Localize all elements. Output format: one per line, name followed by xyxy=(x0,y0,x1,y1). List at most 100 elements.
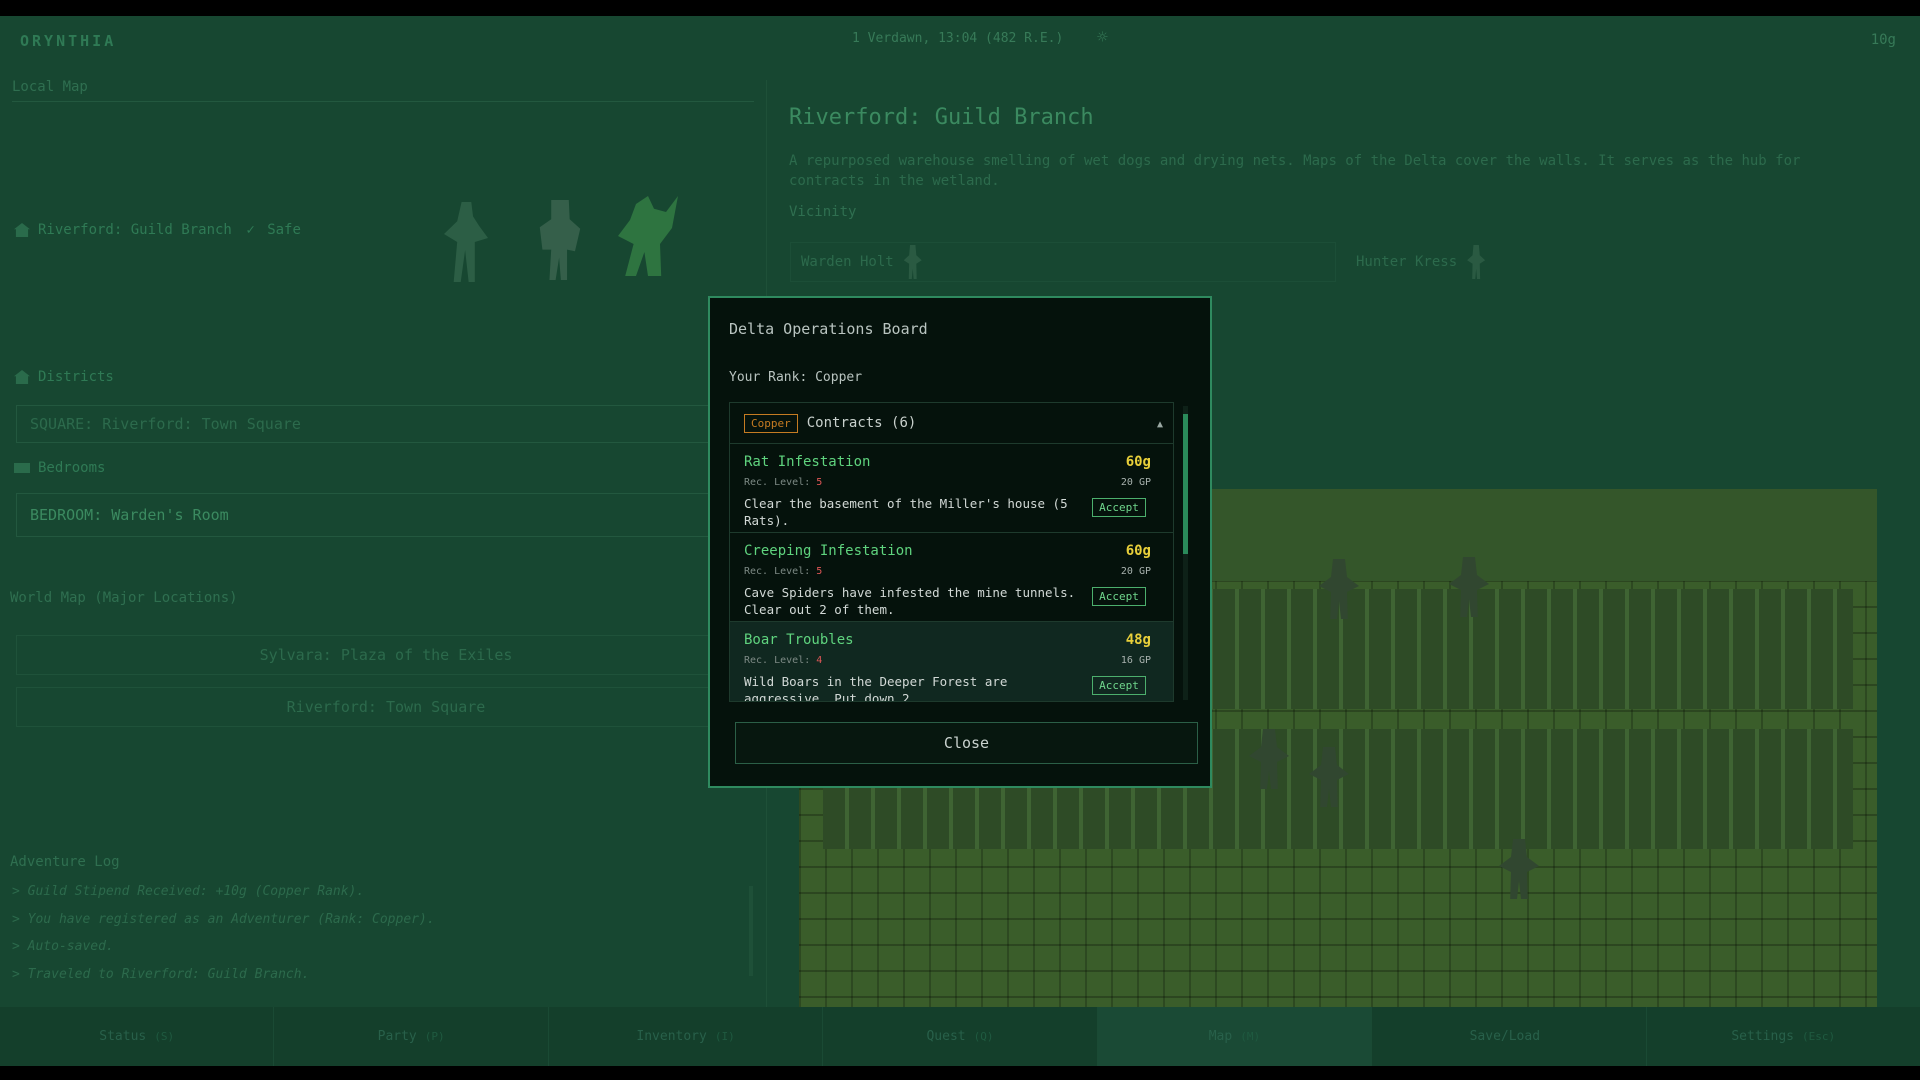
house-icon xyxy=(14,370,30,384)
current-location[interactable]: Riverford: Guild Branch ✓ Safe xyxy=(14,222,301,238)
contract-gold-reward: 48g xyxy=(1125,632,1151,648)
level-prefix: Rec. Level: xyxy=(744,477,817,488)
world-map-title: World Map (Major Locations) xyxy=(10,590,238,606)
check-icon: ✓ xyxy=(246,222,255,238)
operations-board-modal: Delta Operations Board Your Rank: Copper… xyxy=(708,296,1212,788)
contracts-scrollbar[interactable] xyxy=(1183,406,1188,700)
districts-header: Districts xyxy=(14,369,114,385)
contract-gold-reward: 60g xyxy=(1125,454,1151,470)
tab-inventory[interactable]: Inventory (I) xyxy=(549,1007,824,1066)
bottom-nav: Status (S) Party (P) Inventory (I) Quest (Q)… xyxy=(0,1007,1920,1066)
npc-sprite-icon xyxy=(1467,245,1486,279)
tab-label: Settings xyxy=(1731,1029,1794,1044)
contract-description: Clear the basement of the Miller's house… xyxy=(744,496,1068,528)
tab-save-load[interactable]: Save/Load xyxy=(1372,1007,1647,1066)
sun-icon: ☼ xyxy=(1097,27,1108,48)
divider xyxy=(12,101,754,102)
tab-shortcut: (I) xyxy=(714,1030,735,1043)
tab-settings[interactable]: Settings (Esc) xyxy=(1647,1007,1920,1066)
npc-warden-holt[interactable]: Warden Holt xyxy=(790,242,1336,282)
accept-button[interactable]: Accept xyxy=(1092,587,1146,606)
npc-name: Hunter Kress xyxy=(1356,254,1458,270)
level-prefix: Rec. Level: xyxy=(744,566,817,577)
npc-name: Warden Holt xyxy=(801,254,894,270)
contract-name: Creeping Infestation xyxy=(744,543,913,559)
log-entry: > Guild Stipend Received: +10g (Copper R… xyxy=(12,884,365,899)
party-sprites xyxy=(440,196,700,296)
log-entry: > Traveled to Riverford: Guild Branch. xyxy=(12,966,310,982)
contract-gp-reward: 20 GP xyxy=(1120,477,1151,488)
tab-label: Status xyxy=(99,1029,147,1044)
tab-label: Save/Load xyxy=(1469,1029,1541,1044)
world-location-button[interactable]: Sylvara: Plaza of the Exiles xyxy=(16,635,756,675)
house-icon xyxy=(14,223,30,237)
tab-label: Inventory xyxy=(636,1029,707,1044)
contracts-list: Copper Contracts (6) ▲ Rat Infestation R… xyxy=(729,402,1174,702)
location-description: A repurposed warehouse smelling of wet d… xyxy=(789,153,1801,189)
district-square-button[interactable]: SQUARE: Riverford: Town Square xyxy=(16,405,756,443)
accept-button[interactable]: Accept xyxy=(1092,676,1146,695)
accept-button[interactable]: Accept xyxy=(1092,498,1146,517)
game-clock: 1 Verdawn, 13:04 (482 R.E.) xyxy=(852,31,1064,46)
bedrooms-label: Bedrooms xyxy=(38,460,106,476)
tab-map[interactable]: Map (M) xyxy=(1097,1007,1373,1066)
npc-hunter-kress[interactable]: Hunter Kress xyxy=(1345,242,1891,282)
party-member-sprite xyxy=(618,196,678,276)
tab-label: Party xyxy=(377,1029,417,1044)
close-button[interactable]: Close xyxy=(735,722,1198,764)
contract-level: Rec. Level: 5 xyxy=(744,566,822,577)
party-member-sprite xyxy=(444,202,488,282)
tab-label: Map xyxy=(1208,1029,1233,1044)
scrollbar-thumb[interactable] xyxy=(1183,414,1188,554)
tab-shortcut: (Q) xyxy=(973,1030,994,1043)
tab-party[interactable]: Party (P) xyxy=(274,1007,549,1066)
contract-card: Rat Infestation Rec. Level: 5 60g 20 GP … xyxy=(730,444,1173,533)
tab-label: Quest xyxy=(926,1029,966,1044)
contract-card: Boar Troubles Rec. Level: 4 48g 16 GP Wi… xyxy=(730,622,1173,702)
bed-icon xyxy=(14,463,30,473)
contract-gold-reward: 60g xyxy=(1125,543,1151,559)
rank-label: Your Rank: Copper xyxy=(729,370,863,385)
adventure-log-title: Adventure Log xyxy=(10,854,120,870)
districts-label: Districts xyxy=(38,369,114,385)
bedroom-button[interactable]: BEDROOM: Warden's Room xyxy=(16,493,756,537)
level-value: 5 xyxy=(816,477,823,488)
contract-level: Rec. Level: 4 xyxy=(744,655,822,666)
contract-name: Rat Infestation xyxy=(744,454,871,470)
world-location-button[interactable]: Riverford: Town Square xyxy=(16,687,756,727)
contract-description: Cave Spiders have infested the mine tunn… xyxy=(744,585,1076,617)
tab-shortcut: (S) xyxy=(154,1030,175,1043)
level-prefix: Rec. Level: xyxy=(744,655,817,666)
location-title: Riverford: Guild Branch xyxy=(789,105,1094,130)
contracts-count-label: Contracts (6) xyxy=(806,415,917,431)
contract-card: Creeping Infestation Rec. Level: 5 60g 2… xyxy=(730,533,1173,622)
level-value: 4 xyxy=(816,655,823,666)
safe-label: Safe xyxy=(267,222,301,238)
current-location-label: Riverford: Guild Branch xyxy=(38,222,232,238)
game-title: ORYNTHIA xyxy=(20,32,117,50)
modal-title: Delta Operations Board xyxy=(729,320,928,338)
tab-shortcut: (M) xyxy=(1240,1030,1261,1043)
contract-level: Rec. Level: 5 xyxy=(744,477,822,488)
contract-gp-reward: 20 GP xyxy=(1120,566,1151,577)
tab-status[interactable]: Status (S) xyxy=(0,1007,275,1066)
contract-name: Boar Troubles xyxy=(744,632,854,648)
tab-shortcut: (Esc) xyxy=(1801,1030,1836,1043)
adventure-log: > Guild Stipend Received: +10g (Copper R… xyxy=(12,878,435,988)
level-value: 5 xyxy=(816,566,823,577)
gold-counter: 10g xyxy=(1870,32,1896,48)
collapse-arrow-icon[interactable]: ▲ xyxy=(1157,419,1163,430)
log-entry: > Auto-saved. xyxy=(12,939,114,954)
tab-shortcut: (P) xyxy=(424,1030,445,1043)
rank-badge: Copper xyxy=(744,413,798,433)
top-bar: ORYNTHIA 1 Verdawn, 13:04 (482 R.E.) ☼ 1… xyxy=(0,16,1920,66)
log-scrollbar[interactable] xyxy=(749,886,753,976)
npc-sprite-icon xyxy=(903,245,922,279)
contracts-header[interactable]: Copper Contracts (6) ▲ xyxy=(730,403,1173,444)
bedrooms-header: Bedrooms xyxy=(14,460,105,476)
party-member-sprite xyxy=(539,200,581,280)
local-map-title: Local Map xyxy=(12,79,88,95)
contract-description: Wild Boars in the Deeper Forest are aggr… xyxy=(744,674,1008,702)
vicinity-label: Vicinity xyxy=(789,204,857,220)
tab-quest[interactable]: Quest (Q) xyxy=(823,1007,1098,1066)
